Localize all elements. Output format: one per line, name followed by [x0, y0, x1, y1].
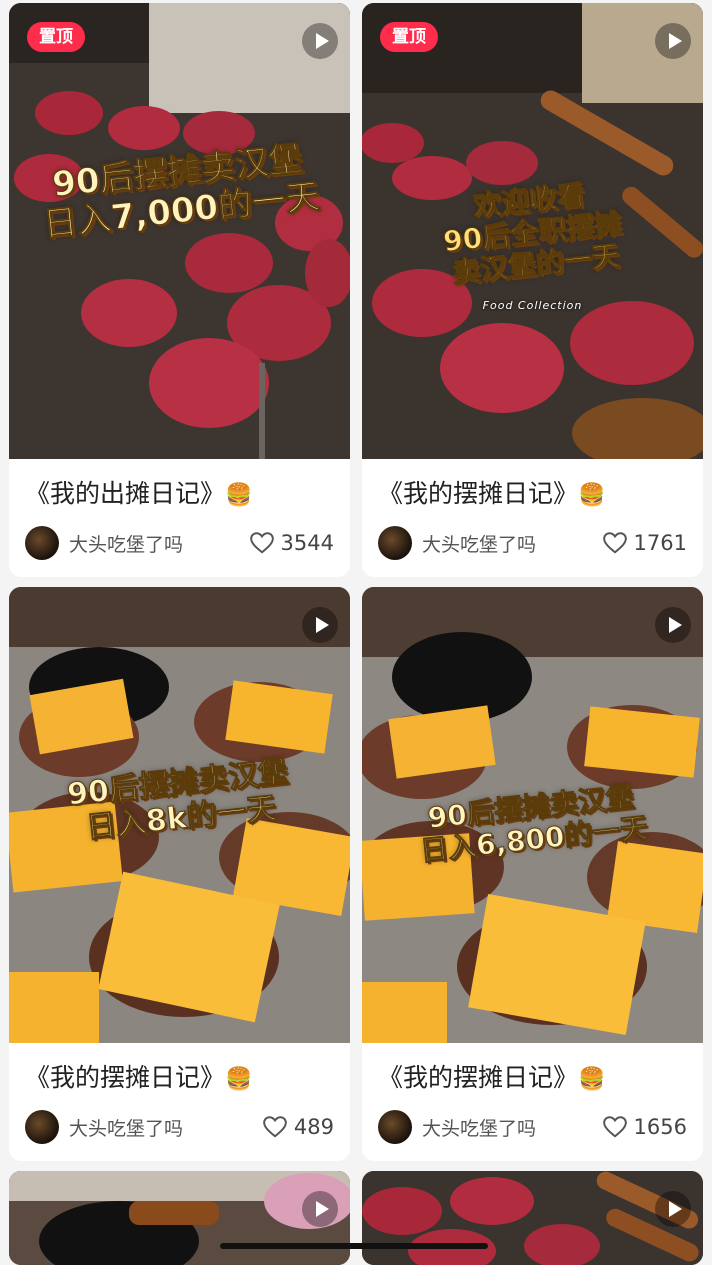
heart-icon[interactable] [602, 1114, 628, 1140]
author-name[interactable]: 大头吃堡了吗 [422, 1114, 602, 1141]
grill-scene-image [9, 1171, 350, 1265]
card-title-text: 《我的出摊日记》 [25, 479, 226, 508]
like-count: 1656 [633, 1115, 687, 1139]
card-title[interactable]: 《我的摆摊日记》🍔 [362, 459, 703, 513]
burger-emoji: 🍔 [578, 483, 606, 508]
play-icon [302, 23, 338, 59]
card-meta: 大头吃堡了吗 1656 [362, 1097, 703, 1161]
card-title-text: 《我的摆摊日记》 [25, 1063, 226, 1092]
feed-card[interactable]: 90后摆摊卖汉堡 日入8k的一天 《我的摆摊日记》🍔 大头吃堡了吗 489 [9, 587, 350, 1161]
burger-emoji: 🍔 [225, 483, 253, 508]
avatar[interactable] [25, 526, 59, 560]
home-indicator[interactable] [220, 1243, 488, 1249]
like-count: 489 [293, 1115, 334, 1139]
card-title[interactable]: 《我的出摊日记》🍔 [9, 459, 350, 513]
author-name[interactable]: 大头吃堡了吗 [69, 1114, 262, 1141]
pinned-badge: 置顶 [27, 22, 85, 52]
card-title[interactable]: 《我的摆摊日记》🍔 [362, 1043, 703, 1097]
heart-icon[interactable] [262, 1114, 288, 1140]
play-icon [655, 607, 691, 643]
feed-card[interactable]: 置顶 90后摆摊卖汉堡 日入7,000的一天 《我的出摊日记》🍔 大头吃堡了吗 … [9, 3, 350, 577]
play-icon [655, 23, 691, 59]
like-count: 1761 [633, 531, 687, 555]
card-meta: 大头吃堡了吗 489 [9, 1097, 350, 1161]
burger-emoji: 🍔 [225, 1067, 253, 1092]
avatar[interactable] [378, 526, 412, 560]
avatar[interactable] [378, 1110, 412, 1144]
avatar[interactable] [25, 1110, 59, 1144]
card-cover-image[interactable] [9, 1171, 350, 1265]
cover-overlay-subtitle: Food Collection [482, 299, 583, 312]
author-name[interactable]: 大头吃堡了吗 [422, 530, 602, 557]
feed-card-partial[interactable] [362, 1171, 703, 1265]
play-icon [302, 1191, 338, 1227]
like-count: 3544 [280, 531, 334, 555]
card-cover-image[interactable]: 置顶 欢迎收看 90后全职摆摊 卖汉堡的一天 Food Collection [362, 3, 703, 459]
card-cover-image[interactable]: 置顶 90后摆摊卖汉堡 日入7,000的一天 [9, 3, 350, 459]
patties-scene-image [362, 1171, 703, 1265]
card-title-text: 《我的摆摊日记》 [378, 1063, 579, 1092]
feed-card-partial[interactable] [9, 1171, 350, 1265]
feed-card[interactable]: 90后摆摊卖汉堡 日入6,800的一天 《我的摆摊日记》🍔 大头吃堡了吗 165… [362, 587, 703, 1161]
card-meta: 大头吃堡了吗 3544 [9, 513, 350, 577]
card-cover-image[interactable] [362, 1171, 703, 1265]
author-name[interactable]: 大头吃堡了吗 [69, 530, 249, 557]
heart-icon[interactable] [602, 530, 628, 556]
play-icon [655, 1191, 691, 1227]
heart-icon[interactable] [249, 530, 275, 556]
pinned-badge: 置顶 [380, 22, 438, 52]
card-cover-image[interactable]: 90后摆摊卖汉堡 日入6,800的一天 [362, 587, 703, 1043]
card-title[interactable]: 《我的摆摊日记》🍔 [9, 1043, 350, 1097]
burger-emoji: 🍔 [578, 1067, 606, 1092]
card-meta: 大头吃堡了吗 1761 [362, 513, 703, 577]
play-icon [302, 607, 338, 643]
feed-card[interactable]: 置顶 欢迎收看 90后全职摆摊 卖汉堡的一天 Food Collection 《… [362, 3, 703, 577]
card-cover-image[interactable]: 90后摆摊卖汉堡 日入8k的一天 [9, 587, 350, 1043]
card-title-text: 《我的摆摊日记》 [378, 479, 579, 508]
